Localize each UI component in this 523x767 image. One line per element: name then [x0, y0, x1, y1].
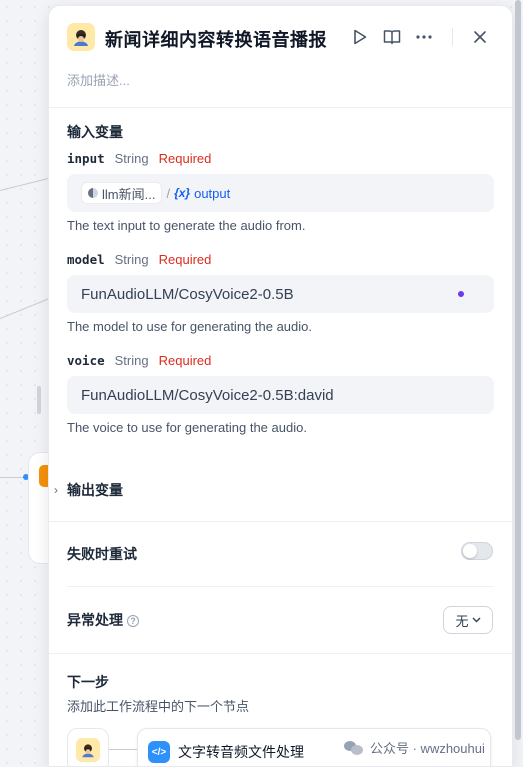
panel-scrollbar[interactable]	[515, 0, 521, 740]
current-node-thumbnail	[67, 728, 109, 766]
next-step-label: 下一步	[67, 674, 109, 690]
exception-label: 异常处理?	[67, 610, 139, 630]
wechat-icon	[344, 740, 364, 756]
more-icon[interactable]	[413, 26, 435, 48]
watermark: 公众号 · wwzhouhui	[340, 736, 489, 759]
output-variable-name: output	[194, 185, 231, 201]
close-icon[interactable]	[469, 26, 491, 48]
output-variable: {x} output	[174, 186, 230, 201]
var-name: model	[67, 252, 105, 267]
section-divider	[49, 653, 512, 654]
panel-header: 新闻详细内容转换语音播报 添加描述...	[49, 6, 512, 108]
run-icon[interactable]	[349, 26, 371, 48]
help-icon[interactable]: ?	[127, 615, 139, 628]
model-input[interactable]: FunAudioLLM/CosyVoice2-0.5B	[67, 275, 494, 313]
section-divider	[49, 521, 512, 522]
retry-label: 失败时重试	[67, 546, 137, 562]
section-divider	[67, 586, 494, 587]
model-value: FunAudioLLM/CosyVoice2-0.5B	[81, 285, 294, 303]
variable-reference[interactable]: llm新闻... / {x} output	[81, 182, 230, 204]
var-header-input: input String Required	[67, 151, 211, 166]
path-separator: /	[166, 185, 171, 201]
voice-value: FunAudioLLM/CosyVoice2-0.5B:david	[81, 386, 334, 404]
code-icon: </>	[148, 741, 170, 763]
book-icon[interactable]	[381, 26, 403, 48]
var-header-voice: voice String Required	[67, 353, 211, 368]
node-avatar-icon	[76, 738, 100, 762]
var-type: String	[114, 252, 149, 267]
var-type: String	[114, 353, 149, 368]
description-input[interactable]: 添加描述...	[67, 70, 130, 89]
exception-select[interactable]: 无	[443, 606, 493, 634]
retry-toggle[interactable]	[461, 542, 493, 560]
var-header-model: model String Required	[67, 252, 211, 267]
variable-icon: {x}	[174, 186, 191, 200]
input-variables-label: 输入变量	[67, 124, 123, 140]
watermark-text: 公众号 · wwzhouhui	[370, 741, 485, 756]
input-variable-field[interactable]: llm新闻... / {x} output	[67, 174, 494, 212]
chevron-right-icon[interactable]: ›	[54, 483, 58, 497]
node-title[interactable]: 新闻详细内容转换语音播报	[105, 26, 327, 52]
voice-input[interactable]: FunAudioLLM/CosyVoice2-0.5B:david	[67, 376, 494, 414]
canvas-resize-handle[interactable]	[37, 386, 41, 414]
header-separator	[452, 28, 453, 46]
model-hint: The model to use for generating the audi…	[67, 319, 312, 334]
var-required: Required	[158, 151, 212, 166]
var-required: Required	[158, 353, 212, 368]
llm-node-icon	[88, 188, 98, 198]
next-node-name: 文字转音频文件处理	[178, 744, 304, 760]
chevron-down-icon	[472, 617, 480, 623]
node-avatar-icon	[67, 23, 95, 51]
exception-label-text: 异常处理	[67, 612, 123, 628]
next-step-description: 添加此工作流程中的下一个节点	[67, 699, 250, 714]
toggle-knob	[463, 544, 477, 558]
node-config-panel: 新闻详细内容转换语音播报 添加描述... 输入变量 input String R…	[48, 5, 513, 767]
node-connector	[109, 749, 137, 750]
status-dot	[458, 291, 464, 297]
var-type: String	[114, 151, 149, 166]
output-variables-toggle[interactable]: 输出变量	[67, 480, 123, 500]
var-name: input	[67, 151, 105, 166]
var-name: voice	[67, 353, 105, 368]
source-node-name: llm新闻...	[102, 186, 156, 202]
input-hint: The text input to generate the audio fro…	[67, 218, 306, 233]
var-required: Required	[158, 252, 212, 267]
voice-hint: The voice to use for generating the audi…	[67, 420, 307, 435]
exception-selected: 无	[455, 613, 469, 629]
source-node-chip: llm新闻...	[81, 182, 163, 204]
